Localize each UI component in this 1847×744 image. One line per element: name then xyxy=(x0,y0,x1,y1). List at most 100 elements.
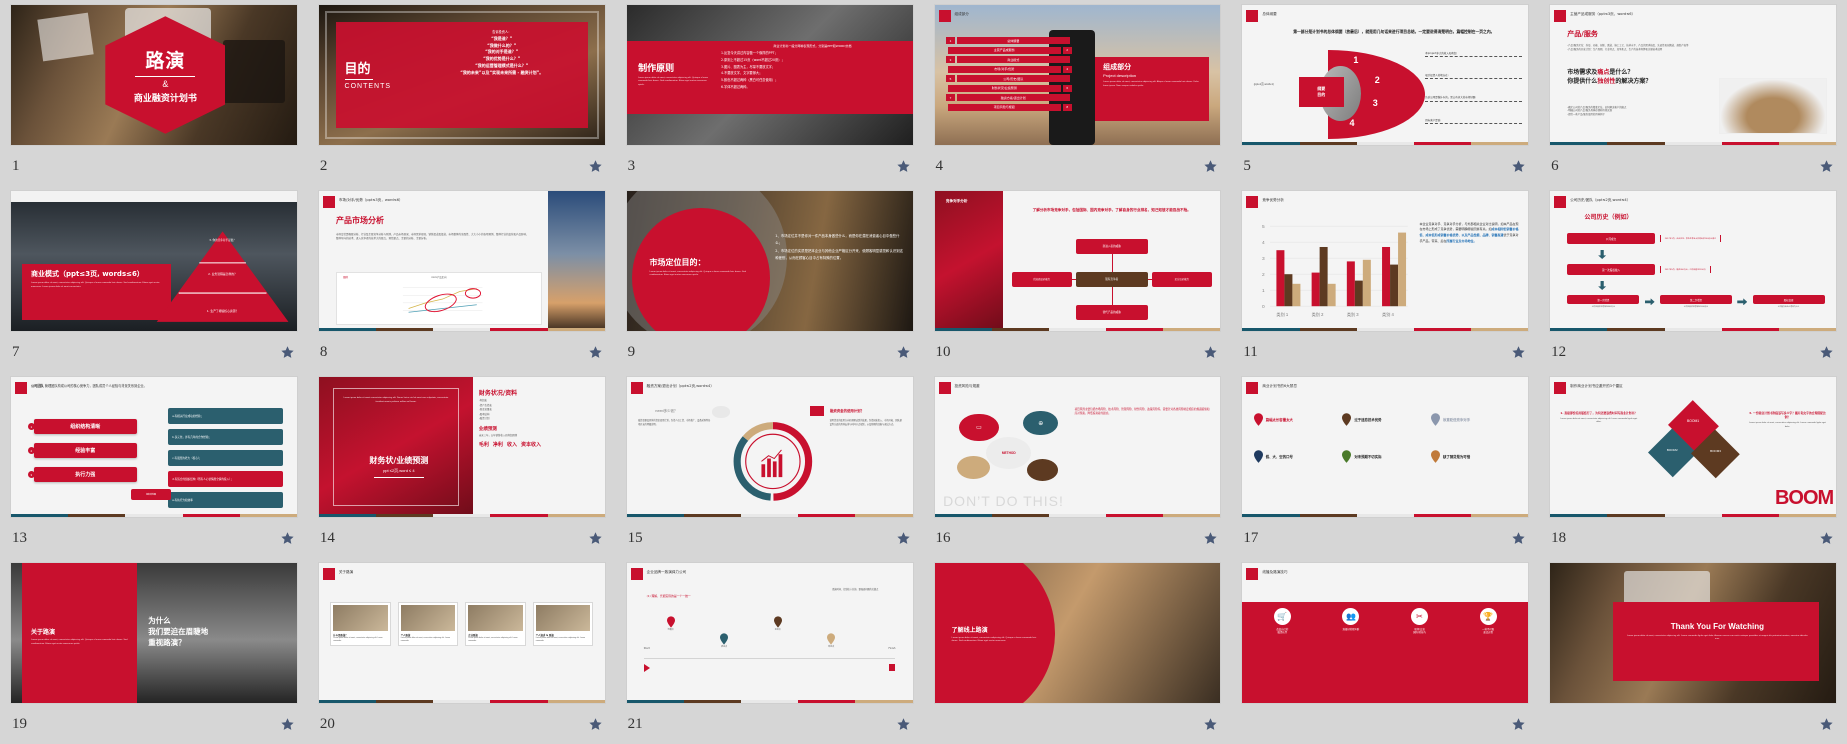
slide-cell[interactable]: Lorem ipsum dolor sit amet consectetur a… xyxy=(308,372,616,558)
star-icon[interactable] xyxy=(1819,530,1835,546)
slide-thumbnail[interactable]: 投资风险与规避 ▭ ⊕ METHOD 项目风险主要包括市场风险、技术风险、管理风… xyxy=(933,376,1222,518)
slide-cell[interactable]: 公司历史/团队（ppt≤2页,word≤4） 公司历史（例如） 公司成立 201… xyxy=(1539,186,1847,372)
star-icon[interactable] xyxy=(896,716,912,732)
slide-thumbnail[interactable]: Thank You For Watching Lorem ipsum dolor… xyxy=(1549,562,1837,704)
team-left-item: 执行力强 3 xyxy=(27,467,137,482)
slide-cell[interactable]: 路演 & 商业融资计划书 1 xyxy=(0,0,308,186)
slide-cell[interactable]: 制作商业计划书应避开的3个雷区 1. 直接那份买用版结行了，为何还要浪费时间写商… xyxy=(1539,372,1847,558)
slide-thumbnail[interactable]: 关于路演 什么是路演？ Lorem ipsum dolor sit amet, … xyxy=(317,562,606,704)
slide-thumbnail[interactable]: 融资方案/退出计划（ppt≤2页,word≤4） need多少钱？ 融资金额及具… xyxy=(625,376,914,518)
product-bullet: -产品/服务的开发计划：生产周期、行业特点、竞争焦点、生产的技术利弊和关键技术说… xyxy=(1567,47,1663,51)
composition-row[interactable]: 2 主营产品或服务 xyxy=(946,46,1072,54)
star-icon[interactable] xyxy=(588,530,604,546)
star-icon[interactable] xyxy=(1819,716,1835,732)
star-icon[interactable] xyxy=(896,158,912,174)
slide-thumbnail[interactable]: 线播及路演技巧 🛒 改变自己的 融资伙伴 👥 准备好的观众群 ✂ 现场/交流 国… xyxy=(1241,562,1530,704)
slide-thumbnail[interactable]: 关于路演 Lorem ipsum dolor sit amet, consect… xyxy=(10,562,298,704)
slide-cell[interactable]: Thank You For Watching Lorem ipsum dolor… xyxy=(1539,558,1847,744)
slide-cell[interactable]: 了解线上路演 Lorem ipsum dolor sit amet, conse… xyxy=(924,558,1232,744)
slide-cell[interactable]: 关于路演 什么是路演？ Lorem ipsum dolor sit amet, … xyxy=(308,558,616,744)
star-icon[interactable] xyxy=(1203,530,1219,546)
slide-thumbnail[interactable]: 总体纲要 第一部分是计划书的总体纲要（放最后），就是用几句话来进行项目总结，一定… xyxy=(1241,4,1530,146)
star-icon[interactable] xyxy=(1819,158,1835,174)
slide-thumbnail[interactable]: 市场定位目的： Lorem ipsum dolor sit amet, cons… xyxy=(625,190,914,332)
slide-cell[interactable]: 投资风险与规避 ▭ ⊕ METHOD 项目风险主要包括市场风险、技术风险、管理风… xyxy=(924,372,1232,558)
header-chip xyxy=(938,10,951,22)
composition-row[interactable]: 8 项目风险与规避 xyxy=(946,103,1072,111)
slide-thumbnail[interactable]: 公司历史/团队（ppt≤2页,word≤4） 公司历史（例如） 公司成立 201… xyxy=(1549,190,1837,332)
composition-row[interactable]: 1 总体纲要 xyxy=(945,37,1072,45)
slide-thumbnail[interactable]: 了解线上路演 Lorem ipsum dolor sit amet, conse… xyxy=(933,562,1222,704)
slide-cell[interactable]: 企业品牌一致演绎力公司 (1) 理解，凭据实际的是一个一统一 路演时间、控制在十… xyxy=(616,558,924,744)
star-icon[interactable] xyxy=(280,530,296,546)
slide-cell[interactable]: 制作原则 Lorem ipsum dolor sit amet, consect… xyxy=(616,0,924,186)
slide-cell[interactable]: 市场定位目的： Lorem ipsum dolor sit amet, cons… xyxy=(616,186,924,372)
star-icon[interactable] xyxy=(1819,344,1835,360)
roadshow-card[interactable]: 个人演讲 & 路演 Lorem ipsum dolor sit amet, co… xyxy=(532,602,594,646)
team-left-list: 组织结构清晰 1 经验丰富 2 执行力强 3 xyxy=(27,419,137,500)
slide-thumbnail[interactable]: 企业品牌一致演绎力公司 (1) 理解，凭据实际的是一个一统一 路演时间、控制在十… xyxy=(625,562,914,704)
boom-bigword: BOOM xyxy=(1774,487,1834,509)
composition-row[interactable]: 6 财务状况/业绩预测 xyxy=(946,84,1072,92)
principle-item: 5.颜色不超过两种（黑白可任意使用）； xyxy=(720,78,779,83)
star-icon[interactable] xyxy=(1511,158,1527,174)
icon-item[interactable]: 🛒 改变自己的 融资伙伴 xyxy=(1248,607,1317,635)
star-icon[interactable] xyxy=(1511,716,1527,732)
star-icon[interactable] xyxy=(896,344,912,360)
slide-thumbnail[interactable]: 公司团队 管理团队构成公司的核心竞争力，团队成员个人经验与背景关系到企业。 组织… xyxy=(10,376,298,518)
slide-cell[interactable]: 关于路演 Lorem ipsum dolor sit amet, consect… xyxy=(0,558,308,744)
slide-cell[interactable]: 市场/对手/优势（ppt≤3页，word≤6） 产品市场分析 市场定位是概要分析… xyxy=(308,186,616,372)
cover-subtitle: 商业融资计划书 xyxy=(133,93,197,104)
slide-cell[interactable]: 主营产品或服务（ppt≤3页，word≤6） 产品/服务 -产品/服务定位：外形… xyxy=(1539,0,1847,186)
roadshow-card[interactable]: 什么是路演？ Lorem ipsum dolor sit amet, conse… xyxy=(330,602,391,646)
slide-number: 7 xyxy=(12,343,20,360)
icon-item[interactable]: ✂ 现场/交流 国际/的技巧 xyxy=(1385,607,1454,635)
star-icon[interactable] xyxy=(588,344,604,360)
star-icon[interactable] xyxy=(896,530,912,546)
slide-thumbnail[interactable]: 制作原则 Lorem ipsum dolor sit amet, consect… xyxy=(625,4,914,146)
composition-row[interactable]: 7 融资方案/退出计划 xyxy=(945,94,1072,102)
star-icon[interactable] xyxy=(1203,158,1219,174)
star-icon[interactable] xyxy=(280,716,296,732)
slide-cell[interactable]: 竞争对手分析 了解分析市场竞争对手，包括国际、国内竞争对手，了解自身的行业排名，… xyxy=(924,186,1232,372)
slide-cell[interactable]: 线播及路演技巧 🛒 改变自己的 融资伙伴 👥 准备好的观众群 ✂ 现场/交流 国… xyxy=(1231,558,1539,744)
icon-item[interactable]: 👥 准备好的观众群 xyxy=(1317,607,1386,635)
header-chip xyxy=(1554,10,1567,22)
slide-cell[interactable]: 组成部分 1 总体纲要 2 主营产品或服务 3 商业模式 4 市场/对手/优势 … xyxy=(924,0,1232,186)
team-right-item: b.多元化，并有几年的合作经验； xyxy=(168,428,283,445)
slide-cell[interactable]: 公司团队 管理团队构成公司的核心竞争力，团队成员个人经验与背景关系到企业。 组织… xyxy=(0,372,308,558)
roadshow-card[interactable]: 个人路演 Lorem ipsum dolor sit amet, consect… xyxy=(397,602,459,646)
slide-thumbnail[interactable]: 商业计划书的6大禁忌 篇幅太长容量太大 过于迷恋技术优势 故意贬低竞争对手 假、… xyxy=(1241,376,1530,518)
slide-thumbnail[interactable]: 市场/对手/优势（ppt≤3页，word≤6） 产品市场分析 市场定位是概要分析… xyxy=(317,190,606,332)
star-icon[interactable] xyxy=(588,158,604,174)
composition-row[interactable]: 3 商业模式 xyxy=(945,56,1072,64)
composition-row[interactable]: 4 市场/对手/优势 xyxy=(946,65,1072,73)
icon-item[interactable]: 🏆 一些不可取 面试过程 xyxy=(1454,607,1523,635)
roadshow-card[interactable]: 企业路演 Lorem ipsum dolor sit amet, consect… xyxy=(465,602,526,646)
star-icon[interactable] xyxy=(1203,716,1219,732)
star-icon[interactable] xyxy=(1511,344,1527,360)
slide-cell[interactable]: 商业模式（ppt≤3页, words≤6） Lorem ipsum dolor … xyxy=(0,186,308,372)
slide-thumbnail[interactable]: 组成部分 1 总体纲要 2 主营产品或服务 3 商业模式 4 市场/对手/优势 … xyxy=(933,4,1222,146)
slide-thumbnail[interactable]: Lorem ipsum dolor sit amet consectetur a… xyxy=(317,376,606,518)
slide-cell[interactable]: 融资方案/退出计划（ppt≤2页,word≤4） need多少钱？ 融资金额及具… xyxy=(616,372,924,558)
slide-thumbnail[interactable]: 竞争对手分析 了解分析市场竞争对手，包括国际、国内竞争对手，了解自身的行业排名，… xyxy=(933,190,1222,332)
star-icon[interactable] xyxy=(1511,530,1527,546)
composition-row[interactable]: 5 公司/历史/团队 xyxy=(945,75,1072,83)
slide-cell[interactable]: 竞争优势分析 012 345 类别 1 类别 2 类别 3 类别 4 本企业竞争… xyxy=(1231,186,1539,372)
slide-meta: 11 xyxy=(1241,332,1529,372)
slide-cell[interactable]: 商业计划书的6大禁忌 篇幅太长容量太大 过于迷恋技术优势 故意贬低竞争对手 假、… xyxy=(1231,372,1539,558)
star-icon[interactable] xyxy=(1203,344,1219,360)
slide-thumbnail[interactable]: 制作商业计划书应避开的3个雷区 1. 直接那份买用版结行了，为何还要浪费时间写商… xyxy=(1549,376,1837,518)
slide-thumbnail[interactable]: 商业模式（ppt≤3页, words≤6） Lorem ipsum dolor … xyxy=(10,190,298,332)
slide-thumbnail[interactable]: 竞争优势分析 012 345 类别 1 类别 2 类别 3 类别 4 本企业竞争… xyxy=(1241,190,1530,332)
timeline-pin: 表达点 xyxy=(720,633,729,648)
slide-thumbnail[interactable]: 目的 CONTENTS 告诉投资人： “我是谁？” “我做什么的？” “我的对手是谁… xyxy=(317,4,606,146)
slide-cell[interactable]: 目的 CONTENTS 告诉投资人： “我是谁？” “我做什么的？” “我的对手是谁… xyxy=(308,0,616,186)
know-title: 了解线上路演 xyxy=(951,626,988,634)
star-icon[interactable] xyxy=(280,344,296,360)
slide-thumbnail[interactable]: 主营产品或服务（ppt≤3页，word≤6） 产品/服务 -产品/服务定位：外形… xyxy=(1549,4,1837,146)
slide-cell[interactable]: 总体纲要 第一部分是计划书的总体纲要（放最后），就是用几句话来进行项目总结，一定… xyxy=(1231,0,1539,186)
star-icon[interactable] xyxy=(588,716,604,732)
slide-thumbnail[interactable]: 路演 & 商业融资计划书 xyxy=(10,4,298,146)
